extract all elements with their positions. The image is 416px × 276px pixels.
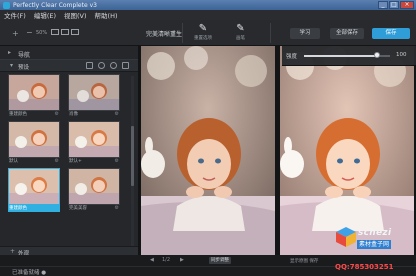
navigator-header[interactable]: ▸ 导航: [0, 46, 138, 60]
preset-thumb[interactable]: 默认 ⚙: [8, 121, 60, 165]
next-image-button[interactable]: ▶: [180, 257, 184, 263]
toolbar: + − 50% 完美清晰重生 ▾ ✎ 重置选项 ✎ 画笔 学习 全部保存 保存: [0, 20, 416, 46]
brush-icon: ✎: [236, 23, 245, 34]
gear-icon[interactable]: ⚙: [115, 205, 119, 211]
save-button[interactable]: 保存: [372, 28, 410, 39]
learn-button[interactable]: 学习: [290, 28, 320, 39]
presets-label: 预设: [18, 65, 30, 71]
before-image[interactable]: [141, 46, 275, 255]
zoom-in-icon[interactable]: +: [12, 29, 19, 38]
adjustment-panel: 强度 100: [282, 46, 416, 66]
preset-selector[interactable]: 完美清晰重生: [146, 29, 182, 38]
watermark-logo: [335, 226, 357, 248]
strength-slider-handle[interactable]: [374, 52, 381, 58]
toolbar-divider: [270, 23, 271, 43]
watermark-site: schezi: [358, 228, 392, 238]
gear-icon[interactable]: [110, 62, 117, 69]
menu-bar: 文件(F) 编辑(E) 视图(V) 帮助(H): [0, 10, 416, 20]
strength-label: 强度: [286, 54, 298, 60]
preset-thumb-image: [8, 121, 60, 158]
window-controls: _ □ ×: [378, 1, 414, 9]
maximize-button[interactable]: □: [389, 1, 399, 9]
single-view-icon[interactable]: [51, 29, 59, 35]
chevron-down-icon: ▾: [10, 62, 14, 69]
page-indicator: 1/2: [162, 257, 171, 263]
side-by-side-view-icon[interactable]: [71, 29, 79, 35]
more-icon[interactable]: [122, 62, 129, 69]
preset-thumb-image: [8, 74, 60, 111]
app-icon: [3, 1, 10, 9]
zoom-out-icon[interactable]: −: [26, 28, 33, 37]
strength-slider-fill: [304, 55, 378, 57]
window-title: Perfectly Clear Complete v3: [13, 1, 97, 9]
status-text: 已准备就绪 ●: [12, 270, 47, 276]
gear-icon[interactable]: ⚙: [55, 111, 59, 117]
plus-icon: +: [10, 248, 16, 255]
chevron-right-icon: ▸: [8, 49, 12, 56]
sync-button[interactable]: 同步调整: [209, 257, 231, 264]
preset-thumb-image: [68, 74, 120, 111]
preset-thumb-label: 肖像: [69, 112, 78, 117]
preset-thumb-label: 默认+: [69, 159, 82, 164]
preset-thumb[interactable]: 完美美容 ⚙: [68, 168, 120, 212]
preset-thumb-image: [68, 168, 120, 205]
zoom-level: 50%: [36, 30, 48, 36]
after-image[interactable]: [280, 46, 414, 255]
preset-thumb[interactable]: 肖像 ⚙: [68, 74, 120, 118]
presets-panel: ▸ 导航 ▾ 预设 重建颜色 ⚙ 肖像 ⚙ 默认 ⚙ 默认+ ⚙ 重建颜色 完美…: [0, 46, 138, 266]
chevron-down-icon[interactable]: ▾: [172, 29, 175, 36]
preset-thumb-label: 重建颜色: [9, 112, 27, 117]
gear-icon[interactable]: ⚙: [115, 111, 119, 117]
strength-value: 100: [396, 52, 407, 58]
menu-help[interactable]: 帮助(H): [95, 10, 118, 20]
gear-icon[interactable]: ⚙: [55, 158, 59, 164]
reset-brush-icon: ✎: [198, 23, 208, 34]
brush-tool-button[interactable]: ✎ 画笔: [236, 23, 245, 41]
add-preset-icon[interactable]: [98, 62, 105, 69]
preset-thumb-image: [8, 168, 60, 205]
gear-icon[interactable]: ⚙: [115, 158, 119, 164]
save-all-button[interactable]: 全部保存: [330, 28, 364, 39]
preset-thumb[interactable]: 重建颜色 ⚙: [8, 74, 60, 118]
preset-view-icon[interactable]: [86, 62, 93, 69]
bottom-actions[interactable]: 显示原图 保存: [290, 258, 318, 264]
watermark-qq: QQ:785303251: [335, 263, 394, 271]
close-button[interactable]: ×: [400, 1, 414, 9]
navigator-label: 导航: [18, 52, 31, 59]
split-view-icon[interactable]: [61, 29, 69, 35]
preset-thumb[interactable]: 默认+ ⚙: [68, 121, 120, 165]
minimize-button[interactable]: _: [378, 1, 388, 9]
preset-thumb-label: 完美美容: [69, 206, 87, 211]
menu-view[interactable]: 视图(V): [64, 10, 87, 20]
watermark-tag: 素材盒子网: [357, 240, 392, 249]
prev-image-button[interactable]: ◀: [150, 257, 154, 263]
title-bar: Perfectly Clear Complete v3 _ □ ×: [0, 0, 416, 10]
preset-thumb-label: 默认: [9, 159, 18, 164]
menu-file[interactable]: 文件(F): [4, 10, 26, 20]
toolbar-divider: [182, 23, 183, 43]
preset-thumb-image: [68, 121, 120, 158]
brush-tool-label: 画笔: [236, 36, 245, 41]
preset-thumb-label: 重建颜色: [8, 205, 60, 212]
reset-tool-button[interactable]: ✎ 重置选项: [194, 23, 212, 41]
presets-scroll-thumb[interactable]: [131, 126, 134, 186]
reset-tool-label: 重置选项: [194, 36, 212, 41]
preset-thumb-selected[interactable]: 重建颜色: [8, 168, 60, 212]
presets-header[interactable]: ▾ 预设: [0, 60, 138, 72]
menu-edit[interactable]: 编辑(E): [34, 10, 56, 20]
